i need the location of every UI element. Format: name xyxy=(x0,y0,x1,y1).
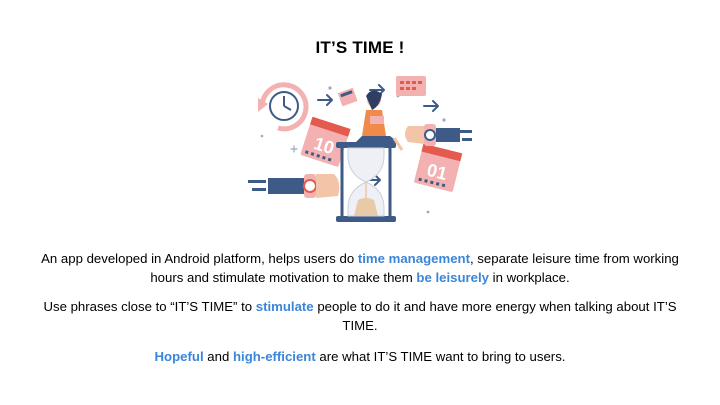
description-paragraph-3: Hopeful and high-efficient are what IT’S… xyxy=(40,347,680,366)
slide: IT’S TIME ! 10 01 An app developed in An… xyxy=(0,0,720,405)
description-paragraph-2: Use phrases close to “IT’S TIME” to stim… xyxy=(40,297,680,335)
highlight-stimulate: stimulate xyxy=(255,299,314,314)
paragraph-text: An app developed in Android platform, he… xyxy=(41,251,358,266)
paragraph-text: and xyxy=(203,349,233,364)
slide-title: IT’S TIME ! xyxy=(315,38,405,57)
highlight-high-efficient: high-efficient xyxy=(232,349,316,364)
paragraph-text: are what IT’S TIME want to bring to user… xyxy=(315,349,566,364)
paragraph-text: people to do it and have more energy whe… xyxy=(313,299,677,333)
highlight-time-management: time management xyxy=(357,251,470,266)
highlight-be-leisurely: be leisurely xyxy=(416,270,489,285)
hourglass-time-management-illustration: 10 01 xyxy=(248,76,472,232)
description-paragraph-1: An app developed in Android platform, he… xyxy=(40,249,680,287)
paragraph-text: Use phrases close to “IT’S TIME” to xyxy=(43,299,256,314)
highlight-hopeful: Hopeful xyxy=(154,349,204,364)
paragraph-text: in workplace. xyxy=(489,270,570,285)
